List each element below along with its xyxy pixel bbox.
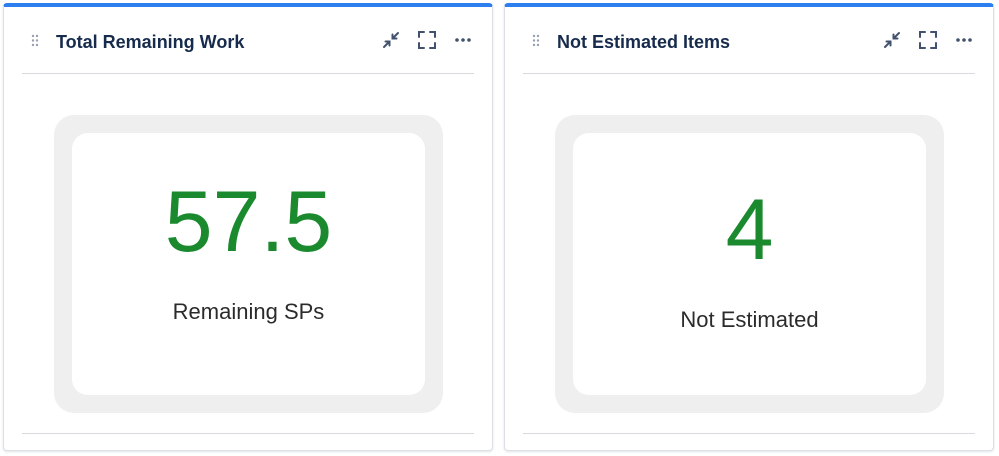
more-options-icon[interactable] xyxy=(953,29,975,51)
divider xyxy=(523,433,975,434)
stat-value: 57.5 xyxy=(164,174,333,270)
widget-total-remaining-work: Total Remaining Work 57.5 Remaining SPs xyxy=(3,3,493,451)
more-options-icon[interactable] xyxy=(452,29,474,51)
stat-card-inner: 4 Not Estimated xyxy=(573,133,926,395)
divider xyxy=(22,433,474,434)
minimize-icon[interactable] xyxy=(881,29,903,51)
widget-title: Not Estimated Items xyxy=(557,32,731,52)
stat-value: 4 xyxy=(725,182,774,278)
stat-card-inner: 57.5 Remaining SPs xyxy=(72,133,425,395)
stat-label: Not Estimated xyxy=(680,307,819,332)
widget-not-estimated-items: Not Estimated Items 4 Not Estimated xyxy=(504,3,994,451)
widget-header: Total Remaining Work xyxy=(22,7,474,74)
stat-card: 4 Not Estimated xyxy=(555,115,944,413)
fullscreen-icon[interactable] xyxy=(416,29,438,51)
drag-handle-icon[interactable] xyxy=(31,34,39,47)
fullscreen-icon[interactable] xyxy=(917,29,939,51)
stat-label: Remaining SPs xyxy=(172,299,325,324)
widget-title: Total Remaining Work xyxy=(56,32,245,52)
stat-card: 57.5 Remaining SPs xyxy=(54,115,443,413)
minimize-icon[interactable] xyxy=(380,29,402,51)
widget-header: Not Estimated Items xyxy=(523,7,975,74)
drag-handle-icon[interactable] xyxy=(532,34,540,47)
